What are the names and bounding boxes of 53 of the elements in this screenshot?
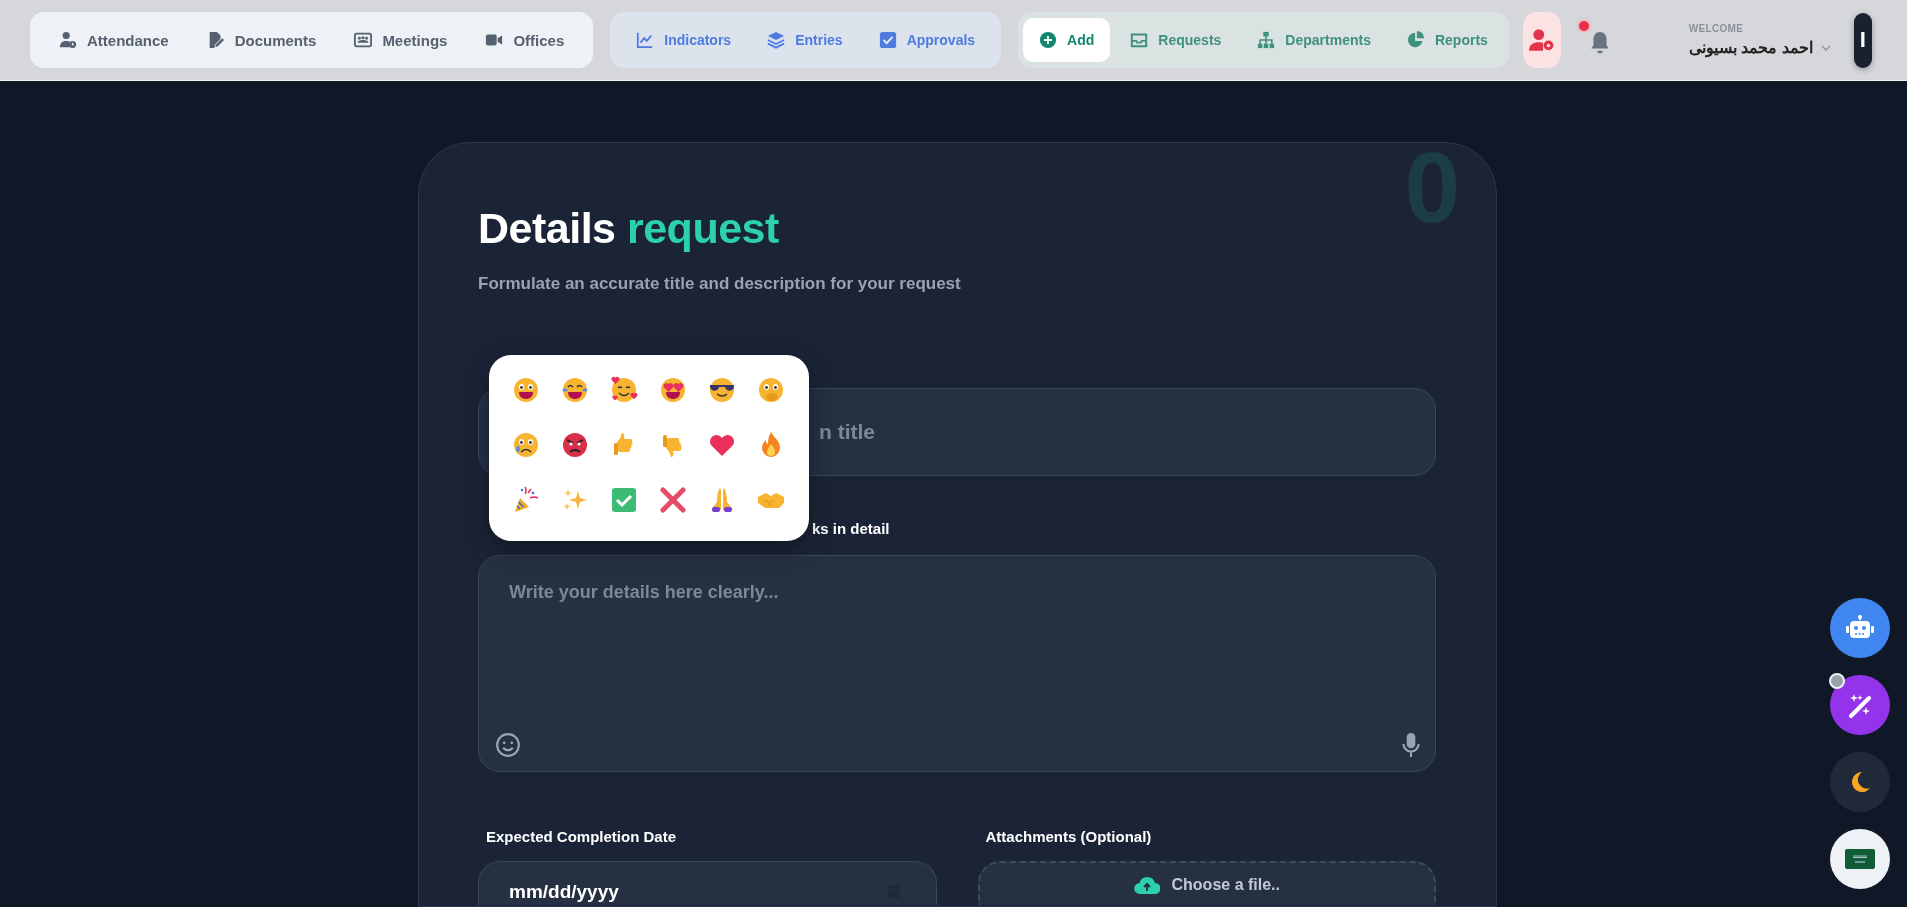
inbox-icon	[1130, 31, 1149, 49]
cloud-upload-icon	[1133, 874, 1160, 895]
nav-tab[interactable]: Meetings	[337, 18, 465, 62]
user-menu[interactable]: احمد محمد بسيونى	[1688, 38, 1831, 57]
grinning-face-icon[interactable]	[511, 375, 541, 405]
sad-tear-face-icon[interactable]	[511, 430, 541, 460]
cross-mark-icon[interactable]	[658, 485, 688, 515]
nav-tab[interactable]: Offices	[468, 18, 582, 62]
date-input[interactable]: mm/dd/yyyy	[478, 861, 937, 906]
field-label: Attachments (Optional)	[985, 828, 1153, 846]
nav-tab[interactable]: Entries	[751, 18, 859, 62]
angry-face-icon[interactable]	[560, 430, 590, 460]
check-mark-icon[interactable]	[609, 485, 639, 515]
moon-icon	[1850, 771, 1870, 793]
robot-icon	[1846, 615, 1874, 641]
card-subtitle: Formulate an accurate title and description for your request	[478, 274, 962, 295]
field-label: ks in detail	[811, 520, 891, 538]
people-board-icon	[354, 31, 373, 49]
magic-wand-icon	[1847, 692, 1873, 718]
field-label: Expected Completion Date	[486, 828, 678, 846]
nav-tab[interactable]: Reports	[1390, 18, 1504, 62]
avatar[interactable]: I	[1853, 12, 1872, 68]
layers-icon	[767, 31, 786, 49]
details-textarea[interactable]: Write your details here clearly...	[478, 555, 1436, 773]
microphone-icon[interactable]	[1402, 732, 1420, 759]
line-chart-icon	[636, 31, 655, 49]
language-button[interactable]	[1830, 829, 1890, 889]
user-gear-icon	[1528, 28, 1555, 52]
org-chart-icon	[1257, 31, 1276, 49]
welcome-label: WELCOME	[1688, 23, 1745, 34]
laughing-tears-face-icon[interactable]	[560, 375, 590, 405]
magic-wand-button[interactable]	[1830, 675, 1890, 735]
smiley-icon[interactable]	[495, 732, 521, 759]
smiling-hearts-face-icon[interactable]	[609, 375, 639, 405]
plus-circle-icon	[1039, 31, 1058, 49]
user-settings-button[interactable]	[1522, 12, 1561, 68]
nav-tab[interactable]: Requests	[1114, 18, 1238, 62]
nav-tab[interactable]: Add	[1023, 18, 1111, 62]
chatbot-button[interactable]	[1830, 598, 1890, 658]
pie-chart-icon	[1406, 31, 1425, 49]
user-clock-icon	[59, 31, 77, 49]
heart-eyes-face-icon[interactable]	[658, 375, 688, 405]
chevron-down-icon	[1820, 44, 1831, 51]
nav-tab[interactable]: Indicators	[620, 18, 748, 62]
card-title: Details request	[478, 205, 780, 253]
nav-tab[interactable]: Approvals	[862, 18, 992, 62]
nav-tab[interactable]: Attendance	[42, 18, 186, 62]
nav-tab[interactable]: Departments	[1241, 18, 1387, 62]
sunglasses-face-icon[interactable]	[707, 375, 737, 405]
flag-icon	[1845, 849, 1875, 869]
file-upload-button[interactable]: Choose a file..	[977, 861, 1436, 906]
nav-tab[interactable]: Documents	[189, 18, 334, 62]
checkbox-icon	[878, 31, 897, 49]
